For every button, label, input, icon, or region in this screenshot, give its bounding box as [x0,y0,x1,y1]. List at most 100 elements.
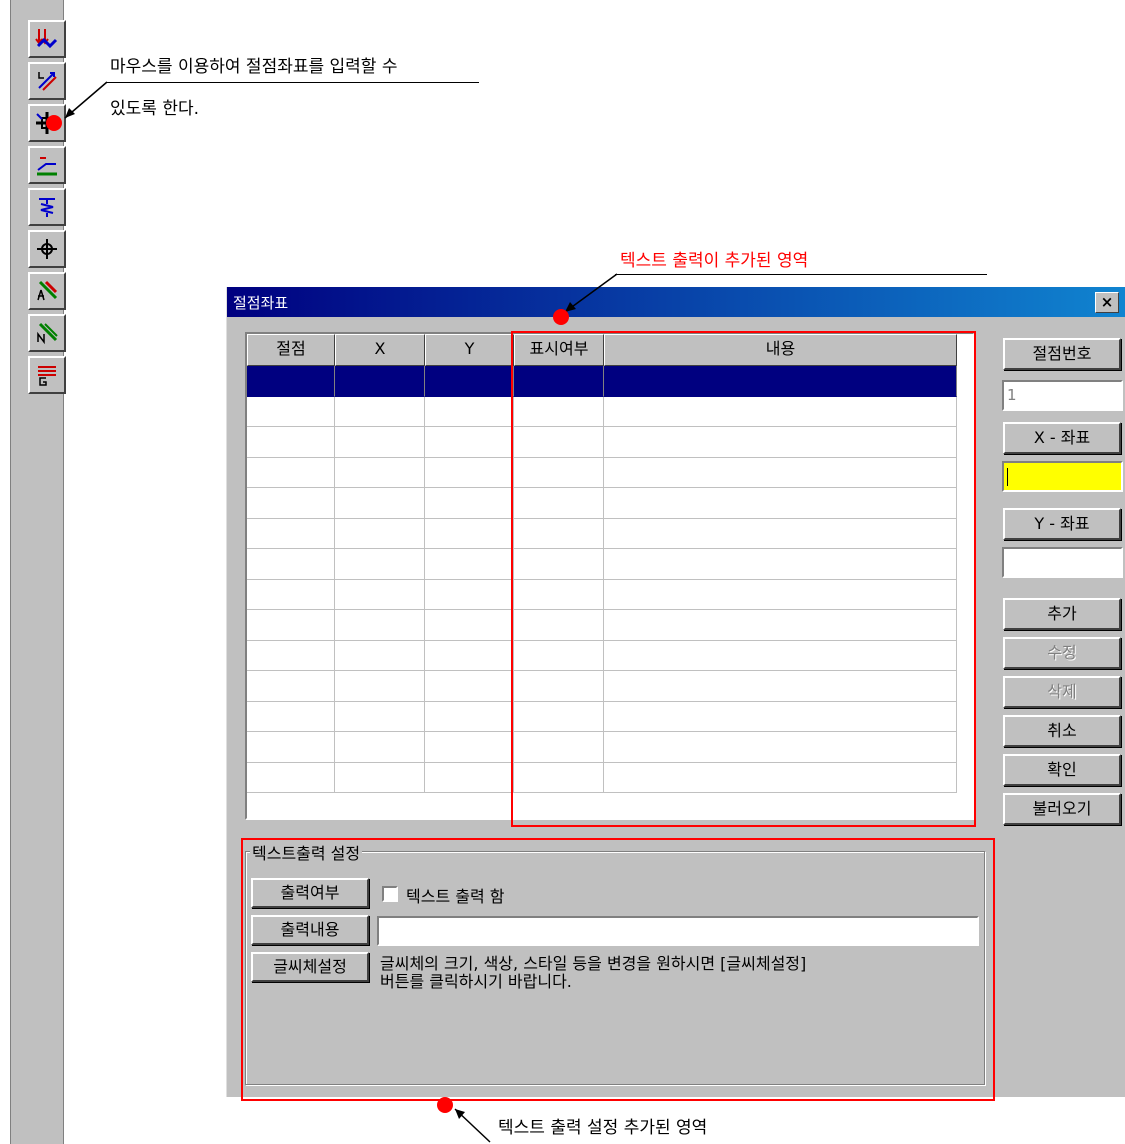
table-cell[interactable] [425,701,514,732]
table-cell[interactable] [514,701,604,732]
output-content-button[interactable]: 출력내용 [251,915,369,945]
table-cell[interactable] [514,579,604,610]
table-cell[interactable] [247,427,335,458]
table-cell[interactable] [514,518,604,549]
table-cell[interactable] [335,396,425,427]
col-header-display[interactable]: 표시여부 [514,334,604,366]
node-number-field[interactable]: 1 [1002,380,1123,411]
table-cell[interactable] [604,732,957,763]
table-cell[interactable] [425,640,514,671]
table-cell[interactable] [247,579,335,610]
x-coordinate-button[interactable]: X - 좌표 [1003,422,1121,454]
table-cell[interactable] [514,762,604,793]
col-header-x[interactable]: X [335,334,425,366]
table-cell[interactable] [425,488,514,519]
table-cell[interactable] [604,610,957,641]
load-button[interactable]: 불러오기 [1003,793,1121,825]
table-cell[interactable] [335,366,425,397]
table-cell[interactable] [604,366,957,397]
table-cell[interactable] [335,549,425,580]
table-row[interactable] [247,396,957,427]
table-cell[interactable] [425,549,514,580]
table-cell[interactable] [335,579,425,610]
table-cell[interactable] [514,457,604,488]
table-cell[interactable] [335,762,425,793]
table-cell[interactable] [425,732,514,763]
output-content-field[interactable] [377,916,979,946]
table-cell[interactable] [247,732,335,763]
table-cell[interactable] [335,732,425,763]
table-cell[interactable] [335,671,425,702]
table-row[interactable] [247,732,957,763]
table-cell[interactable] [514,549,604,580]
table-cell[interactable] [335,488,425,519]
table-cell[interactable] [514,396,604,427]
col-header-y[interactable]: Y [425,334,514,366]
table-cell[interactable] [604,549,957,580]
table-cell[interactable] [604,396,957,427]
table-cell[interactable] [604,488,957,519]
table-row[interactable] [247,579,957,610]
table-row[interactable] [247,701,957,732]
table-cell[interactable] [604,457,957,488]
table-row[interactable] [247,762,957,793]
table-cell[interactable] [604,701,957,732]
node-number-button[interactable]: 절점번호 [1003,338,1121,370]
font-settings-button[interactable]: 글씨체설정 [251,952,369,982]
output-flag-button[interactable]: 출력여부 [251,878,369,908]
table-cell[interactable] [425,762,514,793]
crosshair-icon[interactable] [28,230,66,268]
table-cell[interactable] [514,640,604,671]
spring-icon[interactable] [28,188,66,226]
lines-g-icon[interactable] [28,356,66,394]
table-cell[interactable] [335,518,425,549]
table-row[interactable] [247,518,957,549]
table-cell[interactable] [247,457,335,488]
table-row[interactable] [247,549,957,580]
col-header-content[interactable]: 내용 [604,334,957,366]
table-cell[interactable] [247,671,335,702]
table-cell[interactable] [604,427,957,458]
table-cell[interactable] [425,579,514,610]
table-cell[interactable] [247,549,335,580]
table-row[interactable] [247,427,957,458]
table-cell[interactable] [514,610,604,641]
table-cell[interactable] [335,701,425,732]
table-cell[interactable] [425,610,514,641]
table-cell[interactable] [604,579,957,610]
table-cell[interactable] [247,518,335,549]
table-cell[interactable] [335,427,425,458]
table-cell[interactable] [514,732,604,763]
table-cell[interactable] [335,640,425,671]
y-coordinate-button[interactable]: Y - 좌표 [1003,508,1121,540]
add-button[interactable]: 추가 [1003,598,1121,630]
x-coordinate-field[interactable] [1002,461,1123,492]
close-button[interactable]: × [1095,292,1119,313]
node-grid[interactable]: 절점 X Y 표시여부 내용 [245,332,975,820]
table-cell[interactable] [425,396,514,427]
table-row[interactable] [247,366,957,397]
pen-a-icon[interactable] [28,272,66,310]
table-cell[interactable] [604,762,957,793]
table-row[interactable] [247,610,957,641]
table-cell[interactable] [247,488,335,519]
table-cell[interactable] [425,427,514,458]
table-cell[interactable] [425,457,514,488]
table-cell[interactable] [514,671,604,702]
ok-button[interactable]: 확인 [1003,754,1121,786]
slope-icon[interactable] [28,146,66,184]
table-cell[interactable] [604,518,957,549]
table-cell[interactable] [604,640,957,671]
table-cell[interactable] [425,366,514,397]
table-cell[interactable] [425,518,514,549]
table-cell[interactable] [514,366,604,397]
text-output-checkbox[interactable] [382,886,398,902]
table-row[interactable] [247,488,957,519]
table-cell[interactable] [514,427,604,458]
table-cell[interactable] [247,762,335,793]
modify-button[interactable]: 수정 [1003,637,1121,669]
table-cell[interactable] [247,366,335,397]
table-row[interactable] [247,640,957,671]
table-cell[interactable] [425,671,514,702]
node-arrows-icon[interactable] [28,20,66,58]
